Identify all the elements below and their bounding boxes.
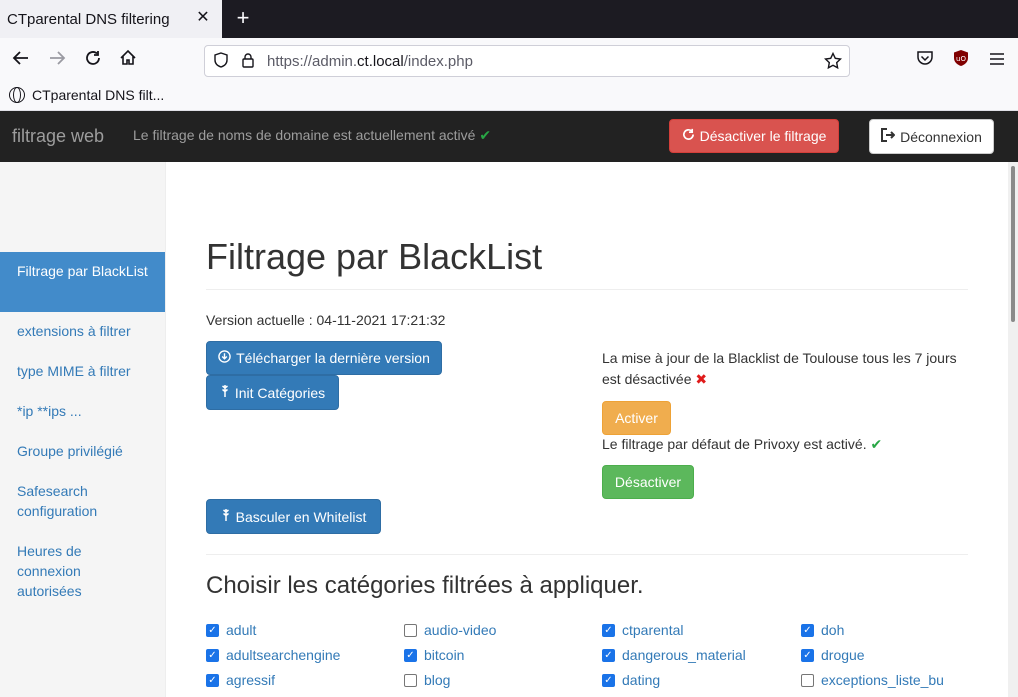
tab-close-icon[interactable]: ✕ xyxy=(194,9,212,27)
category-checkbox[interactable]: ✓ xyxy=(801,623,814,637)
category-checkbox[interactable]: ✓ xyxy=(602,623,615,637)
divider xyxy=(206,554,968,555)
category-exceptions-liste-bu[interactable]: exceptions_liste_bu xyxy=(801,672,944,688)
grain-icon xyxy=(220,384,230,401)
pocket-icon[interactable] xyxy=(913,49,937,73)
cross-icon: ✖ xyxy=(695,371,708,387)
category-label[interactable]: doh xyxy=(821,622,844,638)
sidebar-item-hours[interactable]: Heures de connexion autorisées xyxy=(0,541,165,601)
tab-title: CTparental DNS filtering xyxy=(7,10,170,28)
sidebar-item-ip[interactable]: *ip **ips ... xyxy=(0,401,165,421)
browser-tab[interactable]: CTparental DNS filtering ✕ xyxy=(0,0,222,38)
category-dangerous-material[interactable]: ✓ dangerous_material xyxy=(602,647,746,663)
category-label[interactable]: bitcoin xyxy=(424,647,464,663)
category-doh[interactable]: ✓ doh xyxy=(801,622,844,638)
category-label[interactable]: exceptions_liste_bu xyxy=(821,672,944,688)
new-tab-icon[interactable]: + xyxy=(232,7,254,31)
sidebar-item-privileged-group[interactable]: Groupe privilégié xyxy=(0,441,165,461)
bookmark-star-icon[interactable] xyxy=(823,51,843,72)
check-icon: ✔ xyxy=(479,127,492,143)
privoxy-status-text: Le filtrage par défaut de Privoxy est ac… xyxy=(602,436,883,452)
bookmark-item[interactable]: CTparental DNS filt... xyxy=(9,87,164,103)
lock-icon[interactable] xyxy=(238,52,258,72)
categories-title: Choisir les catégories filtrées à appliq… xyxy=(206,572,644,599)
download-latest-button[interactable]: Télécharger la dernière version xyxy=(206,341,442,375)
back-icon[interactable] xyxy=(9,49,33,73)
category-dating[interactable]: ✓ dating xyxy=(602,672,660,688)
menu-icon[interactable] xyxy=(985,49,1009,73)
sidebar: Filtrage par BlackList extensions à filt… xyxy=(0,162,166,697)
svg-text:uO: uO xyxy=(956,55,966,63)
category-checkbox[interactable]: ✓ xyxy=(206,673,219,687)
url-text: https://admin.ct.local/index.php xyxy=(267,53,473,70)
disable-filter-button[interactable]: Désactiver le filtrage xyxy=(669,119,839,153)
forward-icon[interactable] xyxy=(45,49,69,73)
bookmarks-bar: CTparental DNS filt... xyxy=(0,84,1018,111)
sidebar-item-blacklist[interactable]: Filtrage par BlackList xyxy=(0,252,165,312)
sign-out-icon xyxy=(881,128,896,145)
grain-icon xyxy=(221,508,231,525)
category-label[interactable]: ctparental xyxy=(622,622,683,638)
switch-whitelist-button[interactable]: Basculer en Whitelist xyxy=(206,499,381,534)
category-label[interactable]: adultsearchengine xyxy=(226,647,340,663)
update-status-text: La mise à jour de la Blacklist de Toulou… xyxy=(602,350,957,387)
url-bar[interactable]: https://admin.ct.local/index.php xyxy=(204,45,850,77)
category-bitcoin[interactable]: ✓ bitcoin xyxy=(404,647,464,663)
category-label[interactable]: audio-video xyxy=(424,622,496,638)
refresh-icon xyxy=(682,128,695,144)
category-adultsearchengine[interactable]: ✓ adultsearchengine xyxy=(206,647,340,663)
ublock-icon[interactable]: uO xyxy=(949,49,973,73)
check-icon: ✔ xyxy=(870,436,883,452)
download-icon xyxy=(218,350,231,366)
category-checkbox[interactable]: ✓ xyxy=(206,648,219,662)
category-checkbox[interactable]: ✓ xyxy=(206,623,219,637)
app-header: filtrage web Le filtrage de noms de doma… xyxy=(0,111,1018,162)
sidebar-item-mime[interactable]: type MIME à filtrer xyxy=(0,361,165,381)
page-scrollbar[interactable] xyxy=(1008,162,1018,697)
brand[interactable]: filtrage web xyxy=(12,126,104,147)
filter-status: Le filtrage de noms de domaine est actue… xyxy=(133,127,492,143)
browser-nav-bar: https://admin.ct.local/index.php uO xyxy=(0,38,1018,84)
page-title: Filtrage par BlackList xyxy=(206,236,543,277)
category-label[interactable]: drogue xyxy=(821,647,865,663)
bookmark-label: CTparental DNS filt... xyxy=(32,87,165,103)
category-label[interactable]: agressif xyxy=(226,672,275,688)
current-version: Version actuelle : 04-11-2021 17:21:32 xyxy=(206,312,446,328)
category-drogue[interactable]: ✓ drogue xyxy=(801,647,865,663)
category-label[interactable]: adult xyxy=(226,622,256,638)
category-checkbox[interactable] xyxy=(404,623,417,637)
home-icon[interactable] xyxy=(116,49,140,73)
globe-icon xyxy=(9,87,25,103)
category-agressif[interactable]: ✓ agressif xyxy=(206,672,275,688)
category-checkbox[interactable]: ✓ xyxy=(602,673,615,687)
init-categories-button[interactable]: Init Catégories xyxy=(206,375,339,410)
category-checkbox[interactable]: ✓ xyxy=(602,648,615,662)
category-checkbox[interactable] xyxy=(801,673,814,687)
main-content: Filtrage par BlackList Version actuelle … xyxy=(166,162,1008,697)
category-adult[interactable]: ✓ adult xyxy=(206,622,256,638)
divider xyxy=(206,289,968,290)
sidebar-item-safesearch[interactable]: Safesearch configuration xyxy=(0,481,165,521)
category-checkbox[interactable]: ✓ xyxy=(404,648,417,662)
logout-button[interactable]: Déconnexion xyxy=(869,119,994,154)
browser-tab-bar: CTparental DNS filtering ✕ + xyxy=(0,0,1018,38)
reload-icon[interactable] xyxy=(81,49,105,73)
activate-button[interactable]: Activer xyxy=(602,401,671,435)
category-ctparental[interactable]: ✓ ctparental xyxy=(602,622,683,638)
category-checkbox[interactable]: ✓ xyxy=(801,648,814,662)
category-checkbox[interactable] xyxy=(404,673,417,687)
category-label[interactable]: dating xyxy=(622,672,660,688)
category-label[interactable]: blog xyxy=(424,672,450,688)
scrollbar-thumb[interactable] xyxy=(1011,166,1015,322)
category-label[interactable]: dangerous_material xyxy=(622,647,746,663)
deactivate-button[interactable]: Désactiver xyxy=(602,465,694,499)
shield-icon[interactable] xyxy=(211,52,231,72)
sidebar-item-extensions[interactable]: extensions à filtrer xyxy=(0,321,165,341)
category-blog[interactable]: blog xyxy=(404,672,450,688)
category-audio-video[interactable]: audio-video xyxy=(404,622,496,638)
